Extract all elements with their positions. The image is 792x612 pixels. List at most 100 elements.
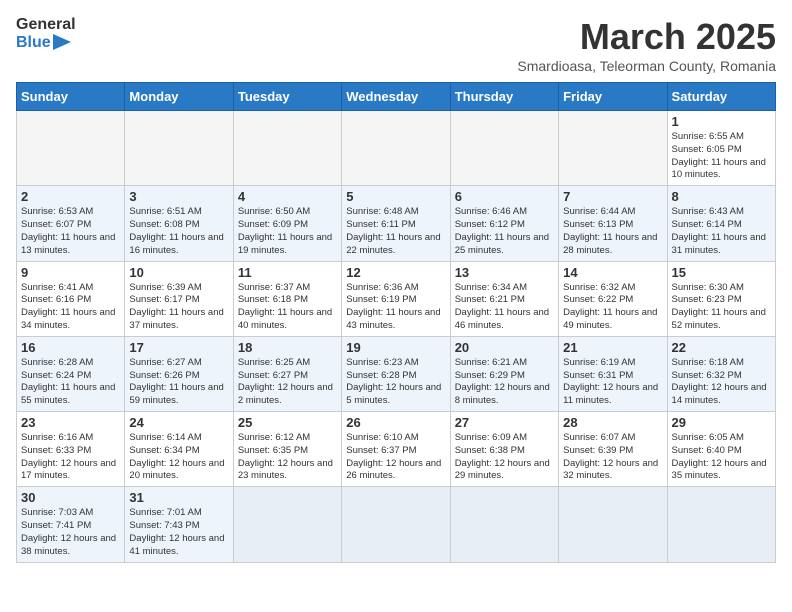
calendar-day-cell: 17 Sunrise: 6:27 AM Sunset: 6:26 PM Dayli… xyxy=(125,336,233,411)
day-info: Sunrise: 6:34 AM Sunset: 6:21 PM Dayligh… xyxy=(455,282,554,333)
day-info: Sunrise: 6:43 AM Sunset: 6:14 PM Dayligh… xyxy=(672,206,771,257)
day-number: 20 xyxy=(455,340,554,355)
day-info: Sunrise: 6:27 AM Sunset: 6:26 PM Dayligh… xyxy=(129,357,228,408)
location-subtitle: Smardioasa, Teleorman County, Romania xyxy=(517,58,776,74)
day-of-week-header: Saturday xyxy=(667,83,775,111)
calendar-day-cell xyxy=(342,111,450,186)
calendar-day-cell: 23 Sunrise: 6:16 AM Sunset: 6:33 PM Dayli… xyxy=(17,412,125,487)
day-info: Sunrise: 6:44 AM Sunset: 6:13 PM Dayligh… xyxy=(563,206,662,257)
day-number: 6 xyxy=(455,189,554,204)
day-number: 1 xyxy=(672,114,771,129)
calendar-day-cell: 24Sunrise: 6:14 AM Sunset: 6:34 PM Dayli… xyxy=(125,412,233,487)
day-number: 11 xyxy=(238,265,337,280)
calendar-day-cell: 13 Sunrise: 6:34 AM Sunset: 6:21 PM Dayli… xyxy=(450,261,558,336)
day-info: Sunrise: 6:21 AM Sunset: 6:29 PM Dayligh… xyxy=(455,357,554,408)
day-of-week-header: Sunday xyxy=(17,83,125,111)
day-info: Sunrise: 6:46 AM Sunset: 6:12 PM Dayligh… xyxy=(455,206,554,257)
calendar-day-cell xyxy=(559,487,667,562)
day-info: Sunrise: 6:41 AM Sunset: 6:16 PM Dayligh… xyxy=(21,282,120,333)
calendar-day-cell: 21 Sunrise: 6:19 AM Sunset: 6:31 PM Dayli… xyxy=(559,336,667,411)
day-info: Sunrise: 6:25 AM Sunset: 6:27 PM Dayligh… xyxy=(238,357,337,408)
day-number: 22 xyxy=(672,340,771,355)
day-number: 15 xyxy=(672,265,771,280)
calendar-day-cell: 11 Sunrise: 6:37 AM Sunset: 6:18 PM Dayli… xyxy=(233,261,341,336)
day-number: 31 xyxy=(129,490,228,505)
calendar-day-cell: 28 Sunrise: 6:07 AM Sunset: 6:39 PM Dayli… xyxy=(559,412,667,487)
day-info: Sunrise: 6:05 AM Sunset: 6:40 PM Dayligh… xyxy=(672,432,771,483)
day-info: Sunrise: 6:55 AM Sunset: 6:05 PM Dayligh… xyxy=(672,131,771,182)
day-info: Sunrise: 6:39 AM Sunset: 6:17 PM Dayligh… xyxy=(129,282,228,333)
calendar-day-cell xyxy=(342,487,450,562)
day-number: 8 xyxy=(672,189,771,204)
day-info: Sunrise: 6:12 AM Sunset: 6:35 PM Dayligh… xyxy=(238,432,337,483)
calendar-week-row: 9 Sunrise: 6:41 AM Sunset: 6:16 PM Daylig… xyxy=(17,261,776,336)
calendar-day-cell: 3 Sunrise: 6:51 AM Sunset: 6:08 PM Daylig… xyxy=(125,186,233,261)
page-header: General Blue March 2025 Smardioasa, Tele… xyxy=(16,16,776,74)
day-number: 13 xyxy=(455,265,554,280)
calendar-day-cell: 6 Sunrise: 6:46 AM Sunset: 6:12 PM Daylig… xyxy=(450,186,558,261)
day-info: Sunrise: 6:50 AM Sunset: 6:09 PM Dayligh… xyxy=(238,206,337,257)
calendar-day-cell: 29 Sunrise: 6:05 AM Sunset: 6:40 PM Dayli… xyxy=(667,412,775,487)
calendar-day-cell: 18 Sunrise: 6:25 AM Sunset: 6:27 PM Dayli… xyxy=(233,336,341,411)
calendar-day-cell: 8 Sunrise: 6:43 AM Sunset: 6:14 PM Daylig… xyxy=(667,186,775,261)
day-info: Sunrise: 6:51 AM Sunset: 6:08 PM Dayligh… xyxy=(129,206,228,257)
calendar-day-cell: 31 Sunrise: 7:01 AM Sunset: 7:43 PM Dayli… xyxy=(125,487,233,562)
day-number: 9 xyxy=(21,265,120,280)
day-number: 21 xyxy=(563,340,662,355)
calendar-day-cell: 14 Sunrise: 6:32 AM Sunset: 6:22 PM Dayli… xyxy=(559,261,667,336)
calendar-day-cell: 25 Sunrise: 6:12 AM Sunset: 6:35 PM Dayli… xyxy=(233,412,341,487)
calendar-day-cell: 26 Sunrise: 6:10 AM Sunset: 6:37 PM Dayli… xyxy=(342,412,450,487)
day-info: Sunrise: 6:19 AM Sunset: 6:31 PM Dayligh… xyxy=(563,357,662,408)
calendar-day-cell: 4 Sunrise: 6:50 AM Sunset: 6:09 PM Daylig… xyxy=(233,186,341,261)
day-number: 12 xyxy=(346,265,445,280)
day-of-week-header: Thursday xyxy=(450,83,558,111)
day-info: Sunrise: 6:37 AM Sunset: 6:18 PM Dayligh… xyxy=(238,282,337,333)
month-title: March 2025 xyxy=(517,16,776,58)
day-info: Sunrise: 6:53 AM Sunset: 6:07 PM Dayligh… xyxy=(21,206,120,257)
day-number: 5 xyxy=(346,189,445,204)
day-number: 19 xyxy=(346,340,445,355)
calendar-day-cell xyxy=(125,111,233,186)
day-info: Sunrise: 6:32 AM Sunset: 6:22 PM Dayligh… xyxy=(563,282,662,333)
day-number: 18 xyxy=(238,340,337,355)
day-number: 23 xyxy=(21,415,120,430)
day-number: 29 xyxy=(672,415,771,430)
day-number: 24 xyxy=(129,415,228,430)
day-info: Sunrise: 6:07 AM Sunset: 6:39 PM Dayligh… xyxy=(563,432,662,483)
day-info: Sunrise: 6:30 AM Sunset: 6:23 PM Dayligh… xyxy=(672,282,771,333)
calendar-week-row: 1 Sunrise: 6:55 AM Sunset: 6:05 PM Daylig… xyxy=(17,111,776,186)
calendar-day-cell: 15 Sunrise: 6:30 AM Sunset: 6:23 PM Dayli… xyxy=(667,261,775,336)
calendar-day-cell: 19Sunrise: 6:23 AM Sunset: 6:28 PM Dayli… xyxy=(342,336,450,411)
calendar-day-cell: 20 Sunrise: 6:21 AM Sunset: 6:29 PM Dayli… xyxy=(450,336,558,411)
day-of-week-header: Tuesday xyxy=(233,83,341,111)
day-number: 3 xyxy=(129,189,228,204)
day-number: 4 xyxy=(238,189,337,204)
day-number: 25 xyxy=(238,415,337,430)
day-number: 7 xyxy=(563,189,662,204)
day-info: Sunrise: 6:09 AM Sunset: 6:38 PM Dayligh… xyxy=(455,432,554,483)
day-info: Sunrise: 6:48 AM Sunset: 6:11 PM Dayligh… xyxy=(346,206,445,257)
calendar-day-cell: 1 Sunrise: 6:55 AM Sunset: 6:05 PM Daylig… xyxy=(667,111,775,186)
day-number: 10 xyxy=(129,265,228,280)
calendar-day-cell xyxy=(450,487,558,562)
day-number: 14 xyxy=(563,265,662,280)
day-number: 28 xyxy=(563,415,662,430)
day-number: 17 xyxy=(129,340,228,355)
day-info: Sunrise: 6:10 AM Sunset: 6:37 PM Dayligh… xyxy=(346,432,445,483)
day-of-week-header: Wednesday xyxy=(342,83,450,111)
calendar-day-cell: 22Sunrise: 6:18 AM Sunset: 6:32 PM Dayli… xyxy=(667,336,775,411)
logo: General Blue xyxy=(16,16,76,51)
day-info: Sunrise: 7:01 AM Sunset: 7:43 PM Dayligh… xyxy=(129,507,228,558)
day-number: 30 xyxy=(21,490,120,505)
day-number: 26 xyxy=(346,415,445,430)
calendar-day-cell xyxy=(233,111,341,186)
calendar-day-cell: 27Sunrise: 6:09 AM Sunset: 6:38 PM Dayli… xyxy=(450,412,558,487)
calendar-day-cell: 9 Sunrise: 6:41 AM Sunset: 6:16 PM Daylig… xyxy=(17,261,125,336)
calendar-day-cell xyxy=(667,487,775,562)
calendar-day-cell xyxy=(559,111,667,186)
day-info: Sunrise: 6:36 AM Sunset: 6:19 PM Dayligh… xyxy=(346,282,445,333)
day-info: Sunrise: 6:28 AM Sunset: 6:24 PM Dayligh… xyxy=(21,357,120,408)
calendar-day-cell: 5 Sunrise: 6:48 AM Sunset: 6:11 PM Daylig… xyxy=(342,186,450,261)
day-info: Sunrise: 6:16 AM Sunset: 6:33 PM Dayligh… xyxy=(21,432,120,483)
calendar-day-cell: 30Sunrise: 7:03 AM Sunset: 7:41 PM Dayli… xyxy=(17,487,125,562)
